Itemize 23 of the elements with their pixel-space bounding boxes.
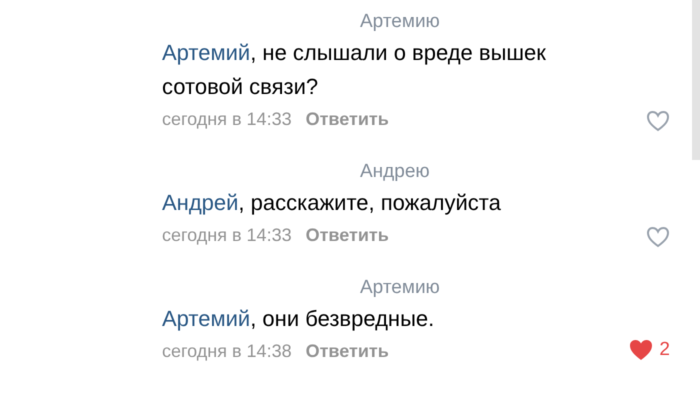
comment-text: Андрей, расскажите, пожалуйста (162, 189, 502, 217)
heart-icon (629, 338, 654, 361)
author-link[interactable]: Андрей (162, 190, 238, 215)
heart-icon (646, 226, 670, 248)
reply-to-name[interactable]: Артемию (162, 274, 692, 302)
reply-to-name[interactable]: Артемию (162, 8, 692, 36)
like-button[interactable]: 2 (629, 336, 670, 364)
like-button[interactable] (646, 110, 670, 132)
scrollbar[interactable] (692, 0, 700, 160)
comment-time: сегодня в 14:38 (162, 340, 292, 363)
reply-button[interactable]: Ответить (306, 220, 389, 250)
author-link[interactable]: Артемий (162, 306, 250, 331)
comment-text: Артемий, не слышали о вреде вышек сотовой связи? (162, 39, 547, 101)
reply-button[interactable]: Ответить (306, 336, 389, 366)
reply-button[interactable]: Ответить (306, 104, 389, 134)
reply-to-name[interactable]: Андрею (162, 158, 692, 186)
comment-time: сегодня в 14:33 (162, 108, 292, 131)
comment-text: Артемий, они безвредные. (162, 305, 436, 333)
like-count: 2 (659, 338, 670, 362)
comment-time: сегодня в 14:33 (162, 224, 292, 247)
author-link[interactable]: Артемий (162, 40, 250, 65)
like-button[interactable] (646, 226, 670, 248)
heart-icon (646, 110, 670, 132)
